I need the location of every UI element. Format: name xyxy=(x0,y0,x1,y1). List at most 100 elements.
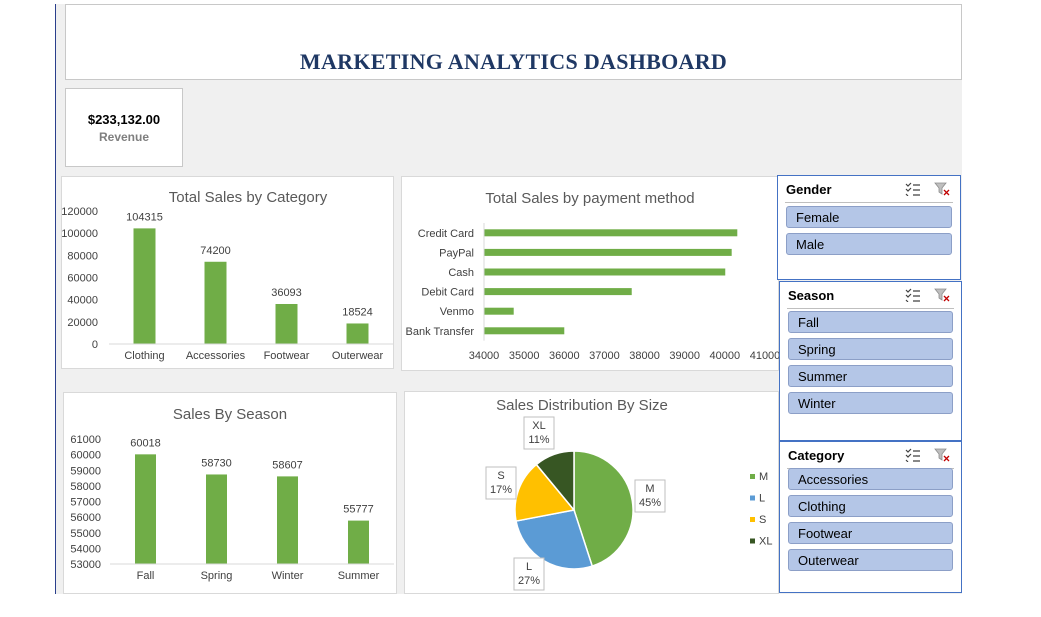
bar xyxy=(484,307,514,315)
legend-swatch xyxy=(750,517,755,522)
revenue-label: Revenue xyxy=(98,130,150,144)
x-tick-label: Clothing xyxy=(124,350,164,362)
data-label: 60018 xyxy=(130,437,161,449)
size-chart-panel: Sales Distribution By Size M 45% L 27% S 17% XL… xyxy=(404,391,779,594)
y-tick-label: 80000 xyxy=(67,250,98,262)
slicer-item-clothing[interactable]: Clothing xyxy=(788,495,953,517)
x-tick-label: Winter xyxy=(272,570,304,582)
slicer-item-accessories[interactable]: Accessories xyxy=(788,468,953,490)
bar xyxy=(135,454,156,564)
revenue-value: $233,132.00 xyxy=(87,112,161,127)
bar xyxy=(348,520,369,564)
clear-filter-icon[interactable] xyxy=(934,448,950,462)
data-label: 58607 xyxy=(272,459,303,471)
y-tick-label: 20000 xyxy=(67,317,98,329)
bar xyxy=(204,261,227,344)
y-tick-label: 55000 xyxy=(70,528,101,540)
y-tick-label: 59000 xyxy=(70,465,101,477)
chart-title: Total Sales by payment method xyxy=(485,190,694,207)
slice-percent: 27% xyxy=(518,575,540,587)
category-slicer-title: Category xyxy=(788,448,845,463)
gender-slicer-title: Gender xyxy=(786,182,832,197)
slice-percent: 17% xyxy=(490,484,512,496)
slicer-item-footwear[interactable]: Footwear xyxy=(788,522,953,544)
slice-label: L xyxy=(526,561,532,573)
legend-label: L xyxy=(759,493,765,505)
data-label: 55777 xyxy=(343,504,374,516)
category-chart-panel: Total Sales by Category 0 20000 40000 60000 8… xyxy=(61,176,394,369)
x-tick-label: Footwear xyxy=(264,350,310,362)
y-tick-label: 53000 xyxy=(70,559,101,571)
data-label: 36093 xyxy=(271,287,302,299)
y-tick-label: 61000 xyxy=(70,434,101,446)
multi-select-icon[interactable] xyxy=(905,182,921,196)
y-tick-label: Bank Transfer xyxy=(406,326,475,338)
data-label: 18524 xyxy=(342,306,373,318)
data-label: 74200 xyxy=(200,245,231,257)
bar xyxy=(484,248,732,256)
slicer-divider xyxy=(785,202,953,203)
multi-select-icon[interactable] xyxy=(905,288,921,302)
legend-label: M xyxy=(759,471,768,483)
slice-label: M xyxy=(645,483,654,495)
category-slicer: Category Accessories Clothing Footwear O… xyxy=(779,441,962,593)
y-tick-label: 100000 xyxy=(62,228,98,240)
category-chart: Total Sales by Category 0 20000 40000 60000 8… xyxy=(61,189,393,362)
gender-slicer: Gender Female Male xyxy=(777,175,961,280)
x-tick-label: Spring xyxy=(201,570,233,582)
chart-title: Total Sales by Category xyxy=(169,189,328,206)
y-tick-label: 58000 xyxy=(70,481,101,493)
x-tick-label: Fall xyxy=(137,570,155,582)
size-chart: Sales Distribution By Size M 45% L 27% S 17% XL… xyxy=(485,397,772,591)
slice-label: XL xyxy=(532,420,545,432)
season-chart: Sales By Season 53000 54000 55000 56000 57000… xyxy=(70,406,394,582)
y-tick-label: 0 xyxy=(92,339,98,351)
y-tick-label: Venmo xyxy=(440,306,474,318)
y-tick-label: 60000 xyxy=(67,273,98,285)
season-slicer: Season Fall Spring Summer Winter xyxy=(779,281,962,441)
season-chart-panel: Sales By Season 53000 54000 55000 56000 57000… xyxy=(63,392,397,594)
bar xyxy=(484,229,738,237)
x-tick-label: 34000 xyxy=(469,350,500,362)
y-tick-label: Credit Card xyxy=(418,228,474,240)
y-tick-label: 56000 xyxy=(70,512,101,524)
chart-title: Sales Distribution By Size xyxy=(496,397,668,414)
slicer-item-summer[interactable]: Summer xyxy=(788,365,953,387)
clear-filter-icon[interactable] xyxy=(934,288,950,302)
y-tick-label: PayPal xyxy=(439,247,474,259)
legend-swatch xyxy=(750,538,755,544)
payment-chart: Total Sales by payment method Credit Card… xyxy=(406,190,781,362)
slicer-item-fall[interactable]: Fall xyxy=(788,311,953,333)
legend-swatch xyxy=(750,474,755,479)
chart-title: Sales By Season xyxy=(173,406,287,423)
title-box: MARKETING ANALYTICS DASHBOARD xyxy=(65,4,962,80)
slicer-item-spring[interactable]: Spring xyxy=(788,338,953,360)
x-tick-label: 40000 xyxy=(710,350,741,362)
y-tick-label: 57000 xyxy=(70,497,101,509)
x-tick-label: Accessories xyxy=(186,350,246,362)
x-tick-label: Outerwear xyxy=(332,350,384,362)
slicer-item-female[interactable]: Female xyxy=(786,206,952,228)
multi-select-icon[interactable] xyxy=(905,448,921,462)
slicer-item-male[interactable]: Male xyxy=(786,233,952,255)
x-tick-label: 39000 xyxy=(669,350,700,362)
slice-percent: 45% xyxy=(639,497,661,509)
bar xyxy=(484,268,726,276)
bar xyxy=(206,474,227,564)
clear-filter-icon[interactable] xyxy=(934,182,950,196)
slicer-item-outerwear[interactable]: Outerwear xyxy=(788,549,953,571)
x-tick-label: 41000 xyxy=(750,350,780,362)
y-tick-label: Cash xyxy=(448,267,474,279)
bar xyxy=(346,323,369,344)
slicer-item-winter[interactable]: Winter xyxy=(788,392,953,414)
bar xyxy=(484,327,565,335)
x-tick-label: 36000 xyxy=(549,350,580,362)
dashboard-title: MARKETING ANALYTICS DASHBOARD xyxy=(299,49,728,74)
x-tick-label: 38000 xyxy=(629,350,660,362)
payment-chart-panel: Total Sales by payment method Credit Card… xyxy=(401,176,781,371)
slice-percent: 11% xyxy=(528,434,549,446)
bar xyxy=(275,303,298,344)
data-label: 104315 xyxy=(126,211,163,223)
y-tick-label: 54000 xyxy=(70,543,101,555)
data-label: 58730 xyxy=(201,457,232,469)
